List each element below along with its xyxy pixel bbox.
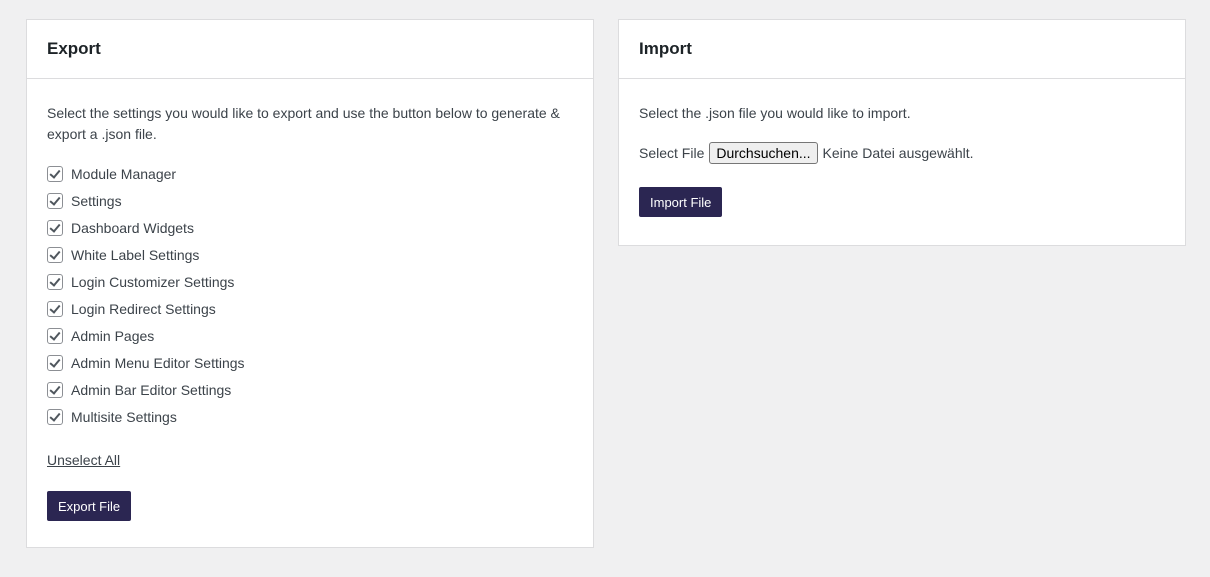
- checkbox-label: White Label Settings: [71, 246, 200, 263]
- checkbox-label: Settings: [71, 192, 122, 209]
- import-button-wrap: Import File: [639, 187, 1165, 217]
- checkbox-label: Admin Menu Editor Settings: [71, 354, 245, 371]
- checkbox-checked-icon[interactable]: [47, 192, 63, 209]
- checkbox-label: Multisite Settings: [71, 408, 177, 425]
- checkbox-item-multisite-settings[interactable]: Multisite Settings: [47, 403, 573, 430]
- checkbox-checked-icon[interactable]: [47, 327, 63, 344]
- checkbox-label: Admin Pages: [71, 327, 155, 344]
- checkbox-label: Module Manager: [71, 165, 177, 182]
- checkbox-checked-icon[interactable]: [47, 408, 63, 425]
- checkbox-label: Login Redirect Settings: [71, 300, 216, 317]
- checkbox-checked-icon[interactable]: [47, 354, 63, 371]
- import-panel-header: Import: [619, 20, 1185, 79]
- file-status-text: Keine Datei ausgewählt.: [822, 145, 974, 161]
- checkbox-item-login-redirect-settings[interactable]: Login Redirect Settings: [47, 295, 573, 322]
- file-select-row: Select File Durchsuchen... Keine Datei a…: [639, 142, 1165, 164]
- checkbox-label: Login Customizer Settings: [71, 273, 235, 290]
- checkbox-item-dashboard-widgets[interactable]: Dashboard Widgets: [47, 214, 573, 241]
- export-panel-body: Select the settings you would like to ex…: [27, 103, 593, 521]
- checkbox-label: Admin Bar Editor Settings: [71, 381, 232, 398]
- browse-file-button[interactable]: Durchsuchen...: [709, 142, 818, 164]
- checkbox-checked-icon[interactable]: [47, 219, 63, 236]
- import-file-button[interactable]: Import File: [639, 187, 723, 217]
- unselect-all-link[interactable]: Unselect All: [47, 452, 120, 468]
- export-title: Export: [47, 39, 101, 58]
- checkbox-checked-icon[interactable]: [47, 300, 63, 317]
- export-panel-header: Export: [27, 20, 593, 79]
- checkbox-label: Dashboard Widgets: [71, 219, 194, 236]
- import-panel-body: Select the .json file you would like to …: [619, 103, 1185, 217]
- checkbox-checked-icon[interactable]: [47, 273, 63, 290]
- checkbox-checked-icon[interactable]: [47, 165, 63, 182]
- import-description: Select the .json file you would like to …: [639, 105, 911, 121]
- checkbox-item-module-manager[interactable]: Module Manager: [47, 160, 573, 187]
- checkbox-item-admin-pages[interactable]: Admin Pages: [47, 322, 573, 349]
- checkbox-item-admin-bar-editor-settings[interactable]: Admin Bar Editor Settings: [47, 376, 573, 403]
- checkbox-item-admin-menu-editor-settings[interactable]: Admin Menu Editor Settings: [47, 349, 573, 376]
- export-panel: Export Select the settings you would lik…: [26, 19, 594, 548]
- checkbox-item-settings[interactable]: Settings: [47, 187, 573, 214]
- export-file-button[interactable]: Export File: [47, 491, 132, 521]
- export-settings-list: Module Manager Settings Dashboard Widget…: [47, 160, 573, 430]
- import-panel: Import Select the .json file you would l…: [618, 19, 1186, 246]
- checkbox-checked-icon[interactable]: [47, 381, 63, 398]
- import-title: Import: [639, 39, 692, 58]
- checkbox-item-login-customizer-settings[interactable]: Login Customizer Settings: [47, 268, 573, 295]
- file-select-label: Select File: [639, 145, 705, 161]
- export-button-wrap: Export File: [47, 491, 573, 521]
- export-description: Select the settings you would like to ex…: [47, 105, 560, 142]
- checkbox-item-white-label-settings[interactable]: White Label Settings: [47, 241, 573, 268]
- checkbox-checked-icon[interactable]: [47, 246, 63, 263]
